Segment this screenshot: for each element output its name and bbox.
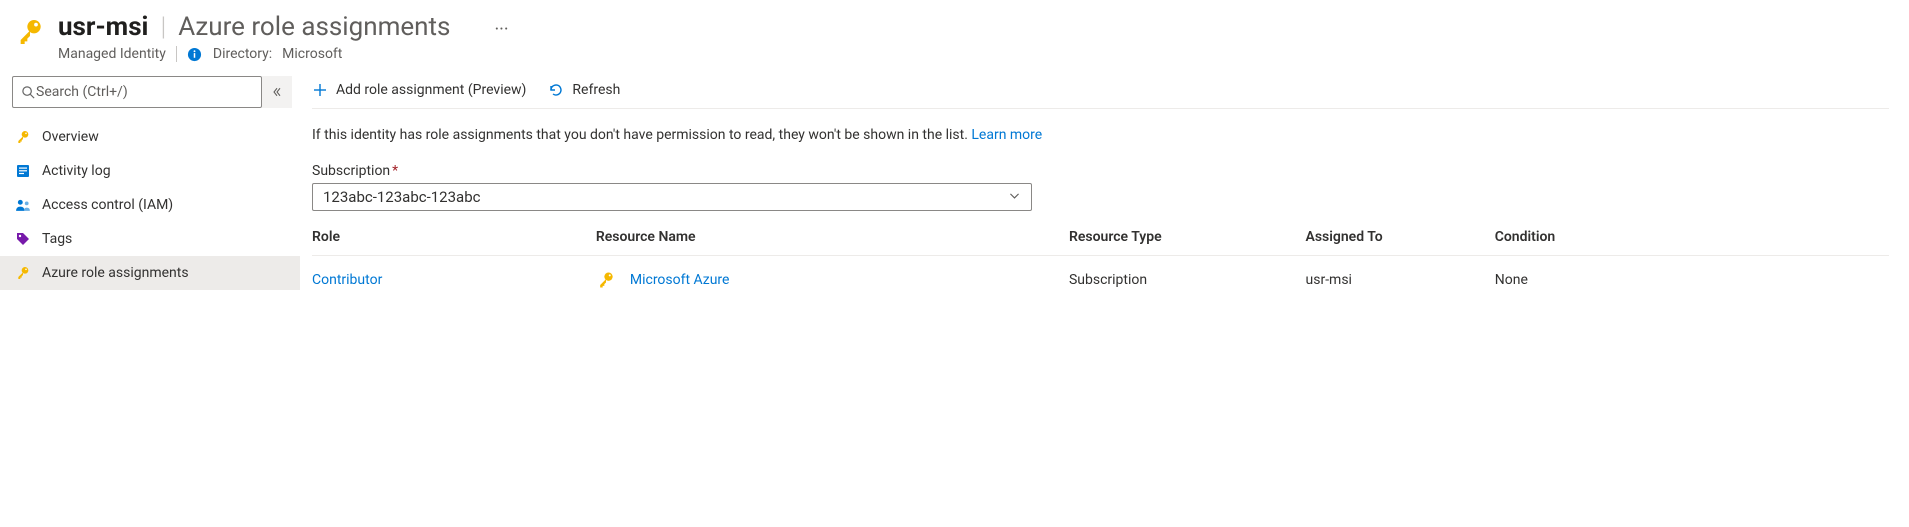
sidebar-item-tags[interactable]: Tags	[0, 222, 300, 256]
refresh-button[interactable]: Refresh	[548, 82, 620, 98]
sidebar-item-label: Activity log	[42, 163, 111, 179]
sidebar-item-overview[interactable]: Overview	[0, 120, 300, 154]
table-row[interactable]: Contributor Microsoft Azure Subscription…	[312, 256, 1889, 305]
col-role[interactable]: Role	[312, 219, 596, 256]
resource-link[interactable]: Microsoft Azure	[630, 272, 730, 288]
directory-value: Microsoft	[282, 46, 342, 62]
key-icon	[14, 264, 32, 282]
directory-label: Directory:	[213, 46, 272, 62]
role-assignments-table: Role Resource Name Resource Type Assigne…	[312, 219, 1889, 304]
search-icon	[21, 85, 36, 100]
key-icon	[14, 128, 32, 146]
refresh-icon	[548, 82, 564, 98]
col-assigned-to[interactable]: Assigned To	[1306, 219, 1495, 256]
chevron-down-icon	[1008, 188, 1021, 206]
condition-cell: None	[1495, 256, 1889, 305]
resource-type-label: Managed Identity	[58, 46, 166, 62]
plus-icon	[312, 82, 328, 98]
description-text: If this identity has role assignments th…	[312, 127, 1889, 143]
learn-more-link[interactable]: Learn more	[971, 127, 1042, 143]
resource-type-cell: Subscription	[1069, 256, 1306, 305]
search-input[interactable]	[12, 76, 262, 108]
info-icon	[187, 46, 203, 62]
sidebar-item-label: Azure role assignments	[42, 265, 189, 281]
resource-title: usr-msi	[58, 12, 148, 42]
table-header-row: Role Resource Name Resource Type Assigne…	[312, 219, 1889, 256]
tag-icon	[14, 230, 32, 248]
subscription-select[interactable]: 123abc-123abc-123abc	[312, 183, 1032, 211]
toolbar: Add role assignment (Preview) Refresh	[312, 76, 1889, 109]
assigned-to-cell: usr-msi	[1306, 256, 1495, 305]
sidebar-item-activity-log[interactable]: Activity log	[0, 154, 300, 188]
subscription-label: Subscription*	[312, 163, 1889, 179]
sidebar: Overview Activity log Access control (IA…	[0, 70, 300, 324]
section-title: Azure role assignments	[178, 12, 450, 42]
role-link[interactable]: Contributor	[312, 272, 382, 288]
key-icon	[14, 16, 46, 48]
main-content: Add role assignment (Preview) Refresh If…	[300, 70, 1909, 324]
required-asterisk: *	[392, 163, 398, 179]
col-condition[interactable]: Condition	[1495, 219, 1889, 256]
collapse-sidebar-button[interactable]	[262, 76, 292, 108]
key-icon	[596, 270, 616, 290]
more-button[interactable]: ···	[488, 19, 514, 40]
col-resource-type[interactable]: Resource Type	[1069, 219, 1306, 256]
page-header: usr-msi | Azure role assignments ··· Man…	[0, 0, 1909, 70]
sidebar-item-label: Overview	[42, 129, 99, 145]
sidebar-item-azure-role-assignments[interactable]: Azure role assignments	[0, 256, 300, 290]
sidebar-item-label: Access control (IAM)	[42, 197, 173, 213]
people-icon	[14, 196, 32, 214]
sidebar-item-label: Tags	[42, 231, 72, 247]
col-resource-name[interactable]: Resource Name	[596, 219, 1069, 256]
add-role-assignment-button[interactable]: Add role assignment (Preview)	[312, 82, 526, 98]
log-icon	[14, 162, 32, 180]
chevron-double-left-icon	[271, 86, 283, 98]
sidebar-item-access-control[interactable]: Access control (IAM)	[0, 188, 300, 222]
